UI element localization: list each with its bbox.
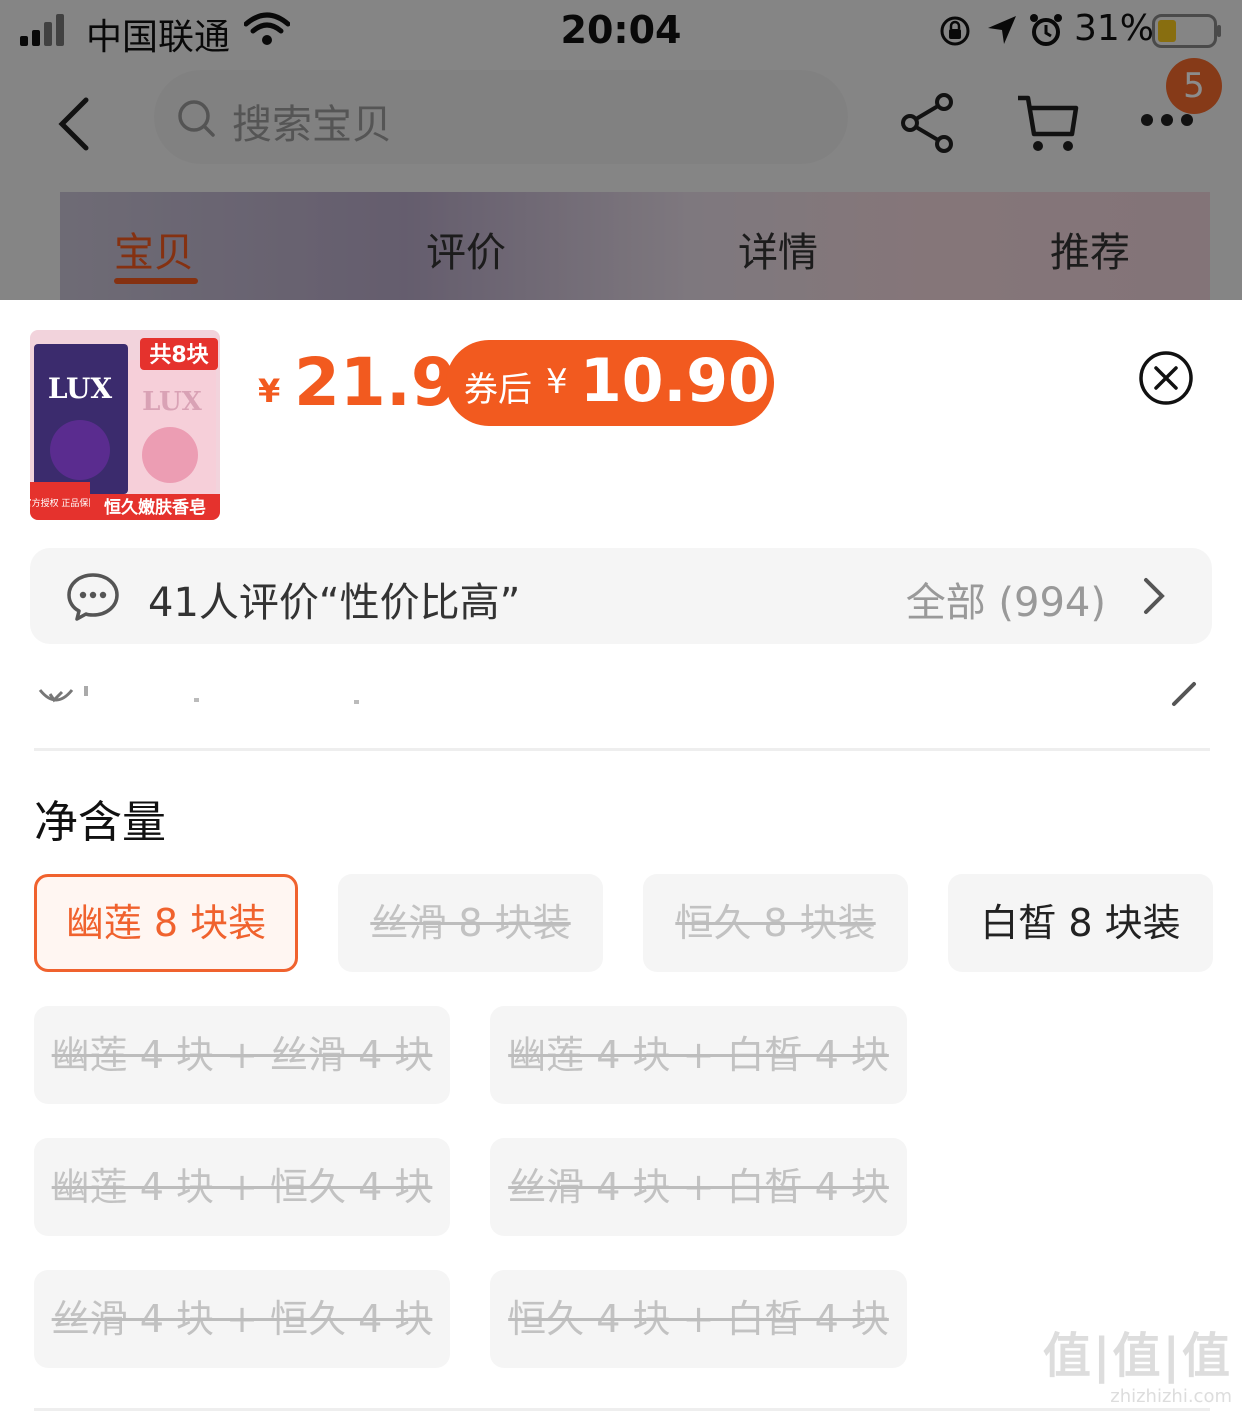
option-label: 幽莲 4 块 + 恒久 4 块 [51,1165,433,1209]
coupon-price: 10.90 [580,346,770,416]
review-all-count: 全部 (994) [905,580,1106,626]
coupon-label: 券后 [464,370,532,410]
option-label: 恒久 8 块装 [675,901,876,945]
watermark: 值|值|值 zhizhizhi.com [1043,1316,1232,1407]
thumb-caption: 恒久嫩肤香皂 [104,497,206,518]
review-summary-text: 41人评价“性价比高” [148,580,521,626]
divider [34,1408,1210,1411]
thumb-brand-left: LUX [48,372,113,405]
option-label: 恒久 4 块 + 白皙 4 块 [508,1297,889,1341]
dim-overlay[interactable] [0,0,1242,300]
review-summary-bar[interactable]: 41人评价“性价比高” 全部 (994) [30,548,1212,644]
option-label: 丝滑 4 块 + 白皙 4 块 [508,1165,889,1209]
thumb-corner-text: 官方授权 正品保障 [30,497,97,509]
thumb-badge-text: 共8块 [149,343,209,368]
option-chip[interactable]: 丝滑 8 块装 [338,874,603,972]
divider [34,748,1210,751]
sku-sheet: 共8块 LUX LUX 官方授权 正品保障 恒久嫩肤香皂 ¥ 21.9 券后 ¥… [0,300,1242,1419]
option-label: 幽莲 4 块 + 白皙 4 块 [508,1033,889,1077]
thumb-brand-right: LUX [142,387,203,417]
product-thumbnail[interactable]: 共8块 LUX LUX 官方授权 正品保障 恒久嫩肤香皂 [30,330,220,520]
option-chip[interactable]: 幽莲 8 块装 [34,874,298,972]
option-label: 幽莲 8 块装 [65,901,267,945]
watermark-url: zhizhizhi.com [1110,1386,1232,1407]
option-chip[interactable]: 幽莲 4 块 + 丝滑 4 块 [34,1006,450,1104]
option-chip[interactable]: 白皙 8 块装 [948,874,1213,972]
spec-title: 净含量 [34,797,166,848]
coupon-currency: ¥ [546,362,568,402]
option-label: 白皙 8 块装 [980,901,1181,945]
option-chip[interactable]: 丝滑 4 块 + 白皙 4 块 [490,1138,907,1236]
option-label: 丝滑 4 块 + 恒久 4 块 [51,1297,433,1341]
coupon-price-pill: 券后 ¥ 10.90 [446,340,774,426]
option-chip[interactable]: 恒久 8 块装 [643,874,908,972]
watermark-logo: 值|值|值 [1042,1328,1232,1384]
clipped-row-remnant [38,682,1196,706]
close-icon[interactable] [1138,350,1194,406]
option-chip[interactable]: 恒久 4 块 + 白皙 4 块 [490,1270,907,1368]
price-currency: ¥ [258,372,281,410]
option-label: 幽莲 4 块 + 丝滑 4 块 [51,1033,433,1077]
price: 21.9 [294,344,457,421]
chat-bubble-icon [67,573,119,621]
option-chip[interactable]: 幽莲 4 块 + 白皙 4 块 [490,1006,907,1104]
option-chip[interactable]: 丝滑 4 块 + 恒久 4 块 [34,1270,450,1368]
background-page: 中国联通 20:04 31% 搜索宝贝 5 宝贝 评价 详情 推荐 [0,0,1242,300]
option-chip[interactable]: 幽莲 4 块 + 恒久 4 块 [34,1138,450,1236]
option-label: 丝滑 8 块装 [370,901,571,945]
chevron-right-icon [1144,578,1165,614]
